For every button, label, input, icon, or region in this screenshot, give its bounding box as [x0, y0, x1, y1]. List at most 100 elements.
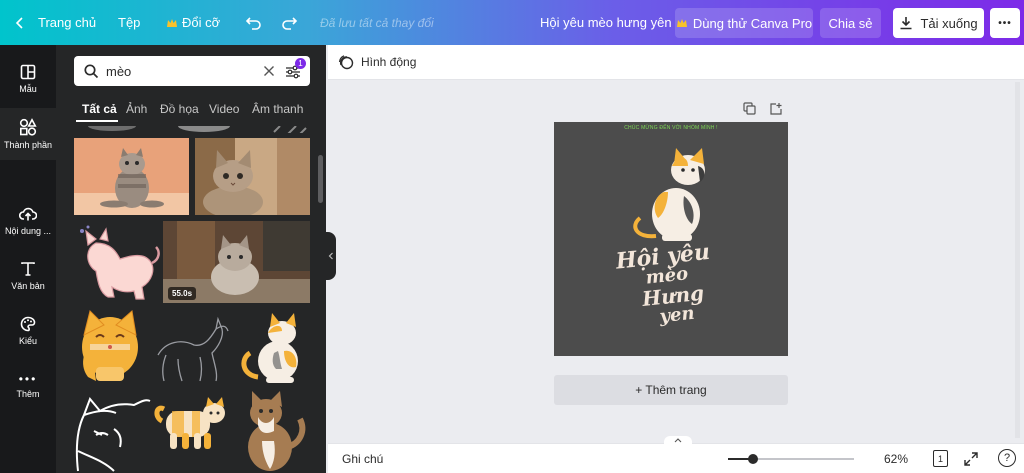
rail-item-label: Thành phần [3, 140, 53, 150]
file-menu-button[interactable]: Tệp [118, 0, 140, 45]
notes-button[interactable]: Ghi chú [342, 452, 383, 466]
home-button[interactable]: Trang chủ [14, 0, 96, 45]
cat-graphic-result[interactable] [74, 391, 152, 473]
chevron-up-icon [674, 437, 682, 442]
rail-item-more[interactable]: ••• Thêm [0, 360, 56, 412]
download-label: Tải xuống [920, 15, 978, 31]
filter-count-badge: 1 [295, 58, 306, 69]
cat-graphic-result[interactable] [236, 307, 310, 385]
palette-icon [20, 316, 36, 332]
add-page-button[interactable]: + Thêm trang [554, 375, 788, 405]
page-count-button[interactable]: 1 [933, 450, 948, 467]
cat-photo-result[interactable] [195, 138, 310, 215]
cat-graphic-result[interactable] [236, 391, 310, 473]
orange-walking-cat-graphic [154, 397, 225, 449]
tab-videos[interactable]: Video [209, 102, 239, 116]
add-page-label: + Thêm trang [635, 383, 707, 397]
brown-cat-graphic [248, 391, 306, 471]
template-icon [20, 64, 36, 80]
rail-item-templates[interactable]: Mẫu [0, 53, 56, 105]
design-canvas[interactable]: CHÚC MỪNG ĐẾN VỚI NHÓM MÌNH ! Hội yêu mè… [554, 122, 788, 356]
upload-icon [19, 207, 37, 221]
try-pro-button[interactable]: Dùng thử Canva Pro [675, 8, 813, 38]
redo-button[interactable] [280, 0, 298, 45]
share-label: Chia sẻ [828, 15, 873, 31]
duplicate-page-icon[interactable] [743, 102, 756, 115]
partial-results-row [74, 123, 326, 133]
cat-graphic-result[interactable] [74, 221, 162, 303]
side-rail: Mẫu Thành phần Nội dung ... Văn bản Kiểu… [0, 45, 56, 473]
more-options-button[interactable]: ••• [990, 8, 1020, 38]
tab-photos[interactable]: Ảnh [126, 102, 147, 116]
banner-text[interactable]: CHÚC MỪNG ĐẾN VỚI NHÓM MÌNH ! [554, 125, 788, 131]
cat-graphic-result[interactable] [74, 307, 146, 385]
more-dots-icon: ••• [18, 372, 38, 386]
zoom-slider[interactable] [728, 454, 854, 464]
calico-cat-illustration[interactable] [626, 148, 718, 242]
kitten-photo [195, 138, 310, 215]
crown-icon [676, 19, 687, 27]
file-label: Tệp [118, 15, 141, 30]
tab-all[interactable]: Tất cả [82, 102, 117, 116]
cat-graphic-result[interactable] [152, 307, 230, 385]
help-icon: ? [1003, 452, 1011, 464]
clear-icon[interactable] [263, 65, 275, 77]
collapse-panel-button[interactable] [326, 232, 336, 280]
rail-item-uploads[interactable]: Nội dung ... [0, 195, 56, 247]
line-art-cat-graphic [157, 316, 229, 382]
add-page-icon[interactable] [769, 102, 782, 115]
cat-photo-result[interactable] [74, 138, 189, 215]
editor-toolbar: Hình động [328, 45, 1024, 80]
zoom-level[interactable]: 62% [884, 452, 908, 466]
search-icon [84, 64, 99, 79]
search-box: 1 [74, 56, 310, 86]
rail-item-label: Thêm [16, 389, 40, 399]
tab-audio[interactable]: Âm thanh [252, 102, 303, 116]
cat-video-result[interactable]: 55.0s [163, 221, 310, 303]
top-bar: Trang chủ Tệp Đổi cỡ Đã lưu tất cả thay … [0, 0, 1024, 45]
text-icon [21, 262, 35, 276]
rail-item-label: Nội dung ... [4, 226, 52, 236]
elements-icon [19, 118, 37, 136]
download-icon [900, 17, 912, 30]
cat-graphic-result[interactable] [152, 391, 230, 473]
outline-cat-face-graphic [75, 397, 151, 472]
home-label: Trang chủ [38, 15, 97, 30]
chevron-left-icon [328, 252, 333, 260]
media-tabs: Tất cả Ảnh Đồ họa Video Âm thanh [56, 97, 326, 123]
rail-item-styles[interactable]: Kiểu [0, 305, 56, 357]
rail-item-label: Kiểu [18, 336, 37, 346]
fullscreen-icon[interactable] [964, 452, 978, 466]
share-button[interactable]: Chia sẻ [820, 8, 881, 38]
elements-panel: 1 Tất cả Ảnh Đồ họa Video Âm thanh [56, 45, 326, 473]
pink-cat-graphic [80, 225, 160, 300]
crown-icon [167, 18, 177, 27]
video-duration-badge: 55.0s [168, 287, 197, 300]
animate-label: Hình động [361, 55, 417, 69]
download-button[interactable]: Tải xuống [893, 8, 984, 38]
expand-pages-button[interactable] [664, 436, 692, 444]
orange-cat-graphic [82, 310, 138, 381]
animate-icon [338, 55, 354, 70]
tab-graphics[interactable]: Đồ họa [160, 102, 199, 116]
design-title[interactable]: Hội yêu mèo hưng yên [540, 0, 672, 45]
resize-button[interactable]: Đổi cỡ [166, 0, 220, 45]
undo-button[interactable] [245, 0, 263, 45]
save-status: Đã lưu tất cả thay đổi [320, 15, 434, 30]
rail-item-elements[interactable]: Thành phần [0, 108, 56, 160]
rail-item-label: Mẫu [19, 84, 37, 94]
undo-icon [245, 16, 261, 30]
help-button[interactable]: ? [998, 449, 1016, 467]
redo-icon [282, 16, 298, 30]
canvas-scrollbar[interactable] [1015, 82, 1020, 438]
page-count: 1 [937, 453, 943, 464]
zoom-slider-handle[interactable] [748, 454, 759, 464]
rail-item-text[interactable]: Văn bản [0, 250, 56, 302]
calico-cat-graphic [241, 313, 298, 383]
filter-button[interactable]: 1 [284, 58, 306, 80]
animate-button[interactable]: Hình động [338, 54, 416, 70]
resize-label: Đổi cỡ [182, 15, 221, 30]
panel-scrollbar[interactable] [318, 155, 323, 203]
search-input[interactable] [106, 61, 256, 81]
script-title[interactable]: Hội yêu mèo Hưng yen [550, 234, 791, 338]
